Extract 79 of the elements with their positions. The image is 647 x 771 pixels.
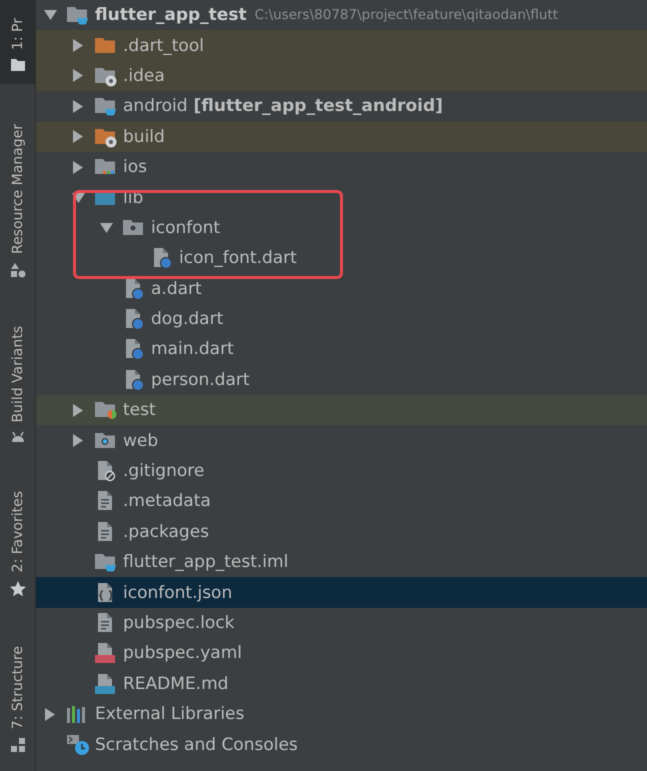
item-name: icon_font.dart xyxy=(179,248,297,268)
tree-row[interactable]: dog.dart xyxy=(36,304,647,334)
expand-arrow-icon[interactable] xyxy=(72,130,84,144)
item-name: android xyxy=(123,96,188,116)
item-name: .dart_tool xyxy=(123,36,204,56)
module-name: [flutter_app_test_android] xyxy=(194,96,443,116)
item-name: dog.dart xyxy=(151,309,224,330)
item-name: main.dart xyxy=(151,339,234,360)
side-tab[interactable]: 2: Favorites xyxy=(0,480,35,606)
tree-row[interactable]: pubspec.yaml xyxy=(36,638,647,669)
android-icon xyxy=(10,430,26,443)
tree-row[interactable]: .packages xyxy=(36,516,647,548)
tree-row[interactable]: person.dart xyxy=(36,364,647,396)
yaml-file-icon xyxy=(94,642,118,664)
tree-row[interactable]: flutter_app_test C:\users\80787\project\feature\qitaodan\flutt xyxy=(36,0,647,30)
side-tab[interactable]: 7: Structure xyxy=(0,636,35,762)
tree-row[interactable]: ios xyxy=(36,152,647,182)
tree-row[interactable]: main.dart xyxy=(36,334,647,365)
star-icon xyxy=(8,580,26,598)
tree-row[interactable]: icon_font.dart xyxy=(36,243,647,274)
item-name: .gitignore xyxy=(123,461,204,482)
markdown-file-icon xyxy=(94,672,118,695)
folder-icon xyxy=(10,58,26,72)
item-name: .idea xyxy=(123,66,165,86)
expand-arrow-icon[interactable] xyxy=(72,160,84,174)
expand-arrow-icon[interactable] xyxy=(44,708,56,721)
expand-arrow-icon[interactable] xyxy=(72,100,84,113)
test-folder-icon xyxy=(94,399,118,422)
item-name: pubspec.lock xyxy=(123,613,235,633)
item-name: ios xyxy=(123,157,147,178)
item-name: test xyxy=(123,400,156,420)
tree-row[interactable]: pubspec.lock xyxy=(36,608,647,638)
scratches-icon xyxy=(66,734,90,756)
tree-row[interactable]: a.dart xyxy=(36,274,647,304)
item-name: a.dart xyxy=(151,278,202,299)
expand-arrow-icon[interactable] xyxy=(72,69,84,82)
tree-row[interactable]: iconfont xyxy=(36,212,647,244)
tree-row[interactable]: test xyxy=(36,395,647,426)
tree-row[interactable]: android [flutter_app_test_android] xyxy=(36,91,647,122)
expand-arrow-icon[interactable] xyxy=(72,39,84,52)
project-path: C:\users\80787\project\feature\qitaodan\flutt xyxy=(254,7,558,24)
collapse-arrow-icon[interactable] xyxy=(44,9,57,22)
tree-row[interactable]: build xyxy=(36,122,647,152)
item-name: .metadata xyxy=(123,491,211,512)
item-name: build xyxy=(123,126,165,147)
item-name: iconfont.json xyxy=(123,582,232,603)
tree-row[interactable]: .dart_tool xyxy=(36,30,647,61)
side-tab[interactable]: Build Variants xyxy=(0,316,35,451)
tree-row[interactable]: .idea xyxy=(36,60,647,92)
side-tab[interactable]: Resource Manager xyxy=(0,114,35,286)
item-name: README.md xyxy=(123,674,228,694)
tree-row[interactable]: .metadata xyxy=(36,486,647,517)
tree-row[interactable]: flutter_app_test.iml xyxy=(36,547,647,578)
collapse-arrow-icon[interactable] xyxy=(72,192,85,204)
tree-row[interactable]: External Libraries xyxy=(36,698,647,730)
module-folder-icon xyxy=(94,551,118,574)
tree-row[interactable]: .gitignore xyxy=(36,456,647,486)
item-name: External Libraries xyxy=(95,704,244,724)
item-name: .packages xyxy=(123,522,210,542)
tree-row[interactable]: iconfont.json xyxy=(36,577,647,608)
module-folder-icon xyxy=(66,4,90,26)
item-name: Scratches and Consoles xyxy=(95,734,298,755)
collapse-arrow-icon[interactable] xyxy=(100,222,113,234)
module-folder-icon xyxy=(94,95,118,118)
item-name: person.dart xyxy=(151,370,250,390)
tree-row[interactable]: README.md xyxy=(36,668,647,699)
item-name: iconfont xyxy=(151,218,220,238)
tree-row[interactable]: Scratches and Consoles xyxy=(36,729,647,760)
expand-arrow-icon[interactable] xyxy=(72,434,84,448)
item-name: flutter_app_test.iml xyxy=(123,552,288,572)
item-name: flutter_app_test xyxy=(95,5,247,26)
item-name: web xyxy=(123,430,158,451)
structure-icon xyxy=(10,737,26,754)
libraries-icon xyxy=(66,704,88,724)
expand-arrow-icon[interactable] xyxy=(72,404,84,417)
shapes-icon xyxy=(10,262,26,278)
tree-row[interactable]: web xyxy=(36,425,647,456)
side-tab[interactable]: 1: Pr xyxy=(0,0,35,84)
item-name: pubspec.yaml xyxy=(123,643,242,664)
